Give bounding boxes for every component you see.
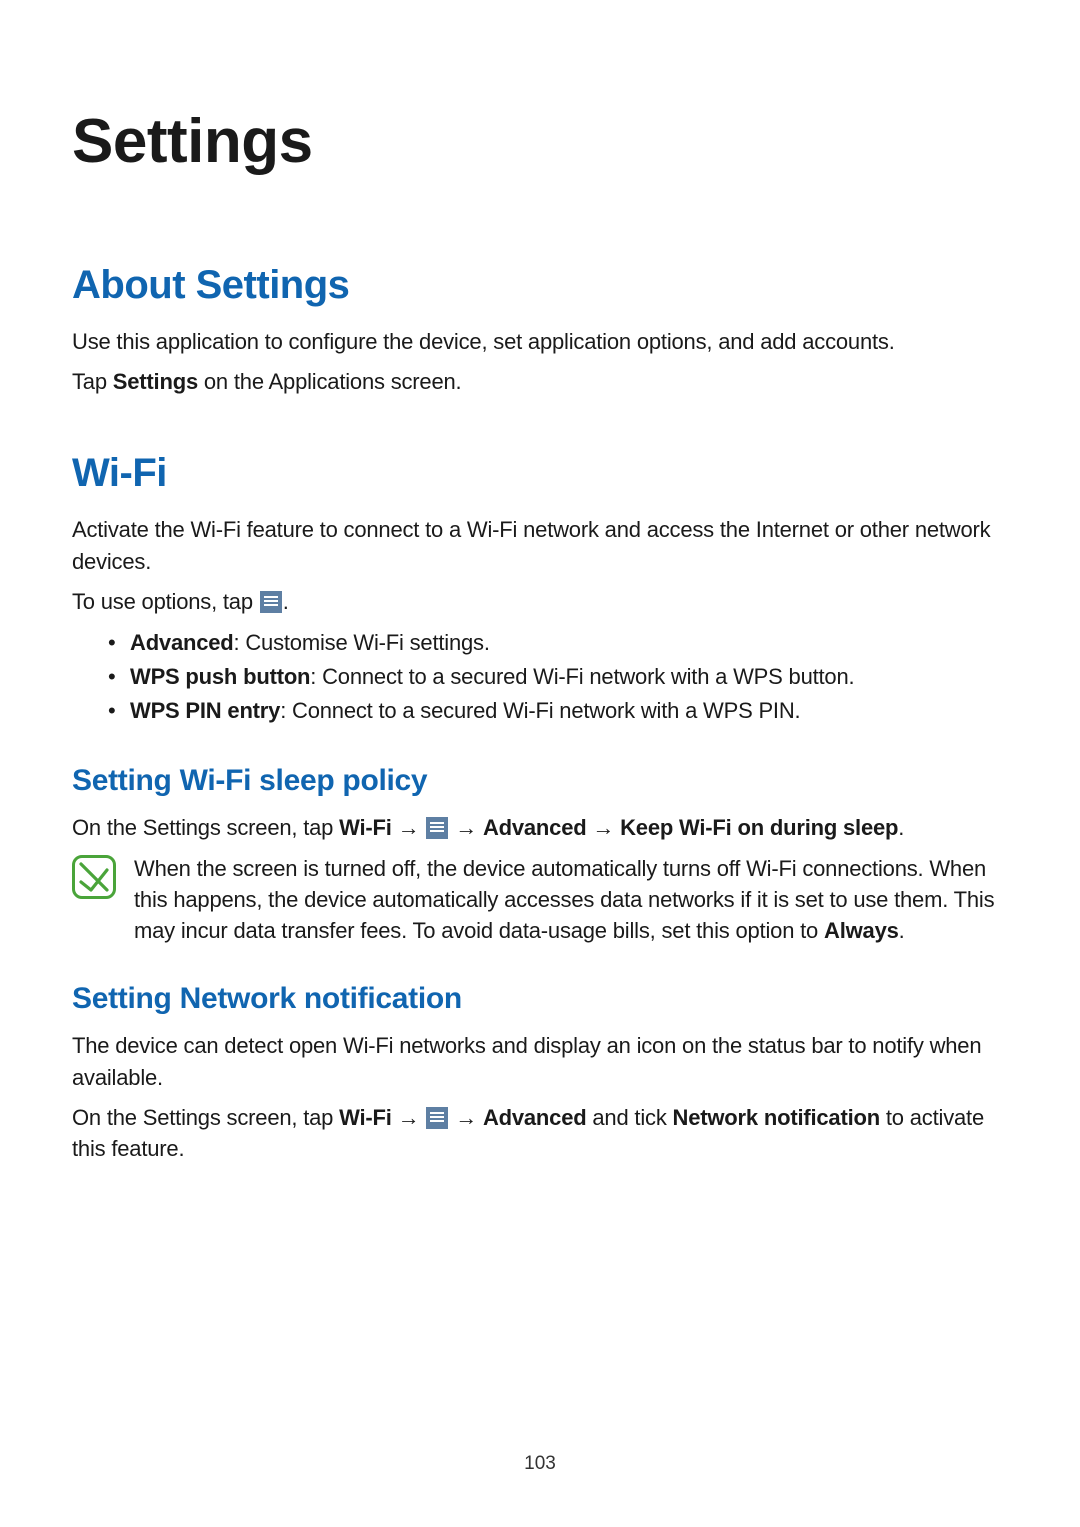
heading-sleep-policy: Setting Wi-Fi sleep policy: [72, 764, 1008, 798]
wifi-p1: Activate the Wi-Fi feature to connect to…: [72, 514, 1008, 576]
about-p2: Tap Settings on the Applications screen.: [72, 366, 1008, 397]
text: On the Settings screen, tap: [72, 815, 339, 840]
text-bold: WPS PIN entry: [130, 698, 280, 723]
arrow: →: [586, 815, 620, 840]
text-bold: Wi-Fi: [339, 815, 392, 840]
note-text: When the screen is turned off, the devic…: [134, 853, 1008, 947]
text: To use options, tap: [72, 589, 259, 614]
wifi-options-list: Advanced: Customise Wi-Fi settings. WPS …: [72, 626, 1008, 728]
menu-icon: [426, 1107, 448, 1129]
chapter-title: Settings: [72, 106, 1008, 177]
text: on the Applications screen.: [198, 369, 461, 394]
text-bold: Network notification: [673, 1105, 880, 1130]
text: .: [283, 589, 289, 614]
text-bold: Wi-Fi: [339, 1105, 392, 1130]
heading-network-notification: Setting Network notification: [72, 982, 1008, 1016]
text: : Customise Wi-Fi settings.: [234, 630, 490, 655]
arrow: →: [392, 815, 426, 840]
arrow: →: [449, 815, 483, 840]
text-bold: Advanced: [130, 630, 234, 655]
sleep-p1: On the Settings screen, tap Wi-Fi → → Ad…: [72, 812, 1008, 843]
page-number: 103: [0, 1453, 1080, 1475]
list-item: Advanced: Customise Wi-Fi settings.: [108, 626, 1008, 660]
menu-icon: [426, 817, 448, 839]
text: .: [898, 815, 904, 840]
text: On the Settings screen, tap: [72, 1105, 339, 1130]
list-item: WPS PIN entry: Connect to a secured Wi-F…: [108, 694, 1008, 728]
text-bold: Advanced: [483, 1105, 587, 1130]
text: .: [899, 918, 905, 943]
menu-icon: [260, 591, 282, 613]
text-bold: Keep Wi-Fi on during sleep: [620, 815, 898, 840]
heading-about-settings: About Settings: [72, 263, 1008, 308]
netnotif-p2: On the Settings screen, tap Wi-Fi → → Ad…: [72, 1102, 1008, 1164]
arrow: →: [392, 1105, 426, 1130]
arrow: →: [449, 1105, 483, 1130]
text: Tap: [72, 369, 113, 394]
text-bold: Settings: [113, 369, 198, 394]
netnotif-p1: The device can detect open Wi-Fi network…: [72, 1030, 1008, 1092]
wifi-p2: To use options, tap .: [72, 586, 1008, 617]
text: : Connect to a secured Wi-Fi network wit…: [280, 698, 800, 723]
note-icon: [72, 855, 116, 899]
text-bold: WPS push button: [130, 664, 310, 689]
list-item: WPS push button: Connect to a secured Wi…: [108, 660, 1008, 694]
text: : Connect to a secured Wi-Fi network wit…: [310, 664, 854, 689]
about-p1: Use this application to configure the de…: [72, 326, 1008, 357]
text-bold: Advanced: [483, 815, 587, 840]
heading-wifi: Wi-Fi: [72, 451, 1008, 496]
text-bold: Always: [824, 918, 899, 943]
note-block: When the screen is turned off, the devic…: [72, 853, 1008, 947]
text: and tick: [586, 1105, 672, 1130]
